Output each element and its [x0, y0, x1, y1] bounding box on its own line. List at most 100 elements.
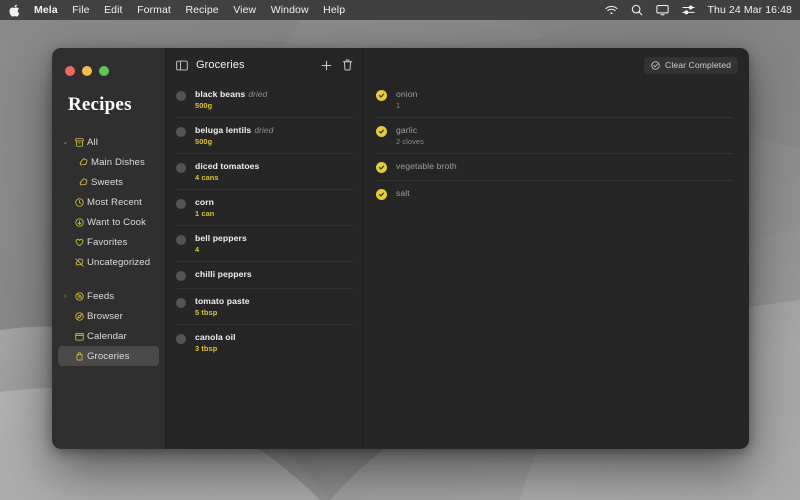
- item-quantity: 4: [195, 245, 250, 254]
- search-icon[interactable]: [631, 4, 643, 16]
- wifi-icon[interactable]: [605, 5, 618, 16]
- list-item[interactable]: diced tomatoes 4 cans: [176, 154, 353, 190]
- completed-item-quantity: 2 cloves: [396, 137, 424, 146]
- menu-item-edit[interactable]: Edit: [104, 4, 123, 16]
- menu-item-mela[interactable]: Mela: [34, 4, 58, 16]
- item-name: diced tomatoes: [195, 161, 259, 171]
- completed-item-name: onion: [396, 89, 418, 99]
- item-note: dried: [248, 89, 267, 99]
- checkbox-unchecked-icon[interactable]: [176, 271, 186, 281]
- apple-logo-icon[interactable]: [9, 4, 20, 17]
- item-name: corn: [195, 197, 214, 207]
- completed-items-list: onion 1 garlic 2 cloves: [363, 82, 749, 208]
- tag-icon: [75, 178, 91, 187]
- sidebar-item-main-dishes[interactable]: Main Dishes: [58, 152, 159, 172]
- completed-list-item[interactable]: vegetable broth: [376, 154, 733, 181]
- item-quantity: 1 can: [195, 209, 217, 218]
- chevron-right-icon[interactable]: ›: [60, 293, 71, 300]
- sidebar-item-label: Sweets: [91, 177, 123, 188]
- completed-item-text: garlic 2 cloves: [396, 125, 424, 146]
- menu-bar: Mela File Edit Format Recipe View Window…: [0, 0, 800, 20]
- sidebar-toggle-icon[interactable]: [176, 60, 188, 71]
- clear-completed-button[interactable]: Clear Completed: [644, 57, 738, 74]
- list-item-name-row: canola oil: [195, 332, 239, 342]
- list-item-text: tomato paste 5 tbsp: [195, 296, 253, 317]
- menu-item-window[interactable]: Window: [271, 4, 309, 16]
- menubar-clock[interactable]: Thu 24 Mar 16:48: [708, 4, 792, 16]
- checkbox-unchecked-icon[interactable]: [176, 199, 186, 209]
- close-button[interactable]: [65, 66, 75, 76]
- list-item[interactable]: corn 1 can: [176, 190, 353, 226]
- checkbox-unchecked-icon[interactable]: [176, 235, 186, 245]
- clock-icon: [71, 198, 87, 207]
- compass-icon: [71, 312, 87, 321]
- sidebar-item-feeds[interactable]: › Feeds: [58, 286, 159, 306]
- minimize-button[interactable]: [82, 66, 92, 76]
- arrow-down-circle-icon: [71, 218, 87, 227]
- checkbox-unchecked-icon[interactable]: [176, 334, 186, 344]
- sidebar-item-label: Groceries: [87, 351, 129, 362]
- sidebar: Recipes ⌄ All M: [52, 48, 165, 449]
- sidebar-item-sweets[interactable]: Sweets: [58, 172, 159, 192]
- list-item[interactable]: canola oil 3 tbsp: [176, 325, 353, 360]
- list-toolbar: Groceries: [166, 48, 362, 82]
- item-name: tomato paste: [195, 296, 250, 306]
- item-quantity: 3 tbsp: [195, 344, 239, 353]
- check-circle-icon: [651, 61, 660, 70]
- grocery-items-list: black beansdried 500g beluga lentilsdrie…: [166, 82, 362, 360]
- checkbox-unchecked-icon[interactable]: [176, 298, 186, 308]
- list-item-text: black beansdried 500g: [195, 89, 267, 110]
- checkbox-unchecked-icon[interactable]: [176, 163, 186, 173]
- checkbox-checked-icon[interactable]: [376, 126, 387, 137]
- shopping-bag-icon: [71, 352, 87, 361]
- tag-icon: [75, 158, 91, 167]
- page-title: Recipes: [52, 78, 165, 116]
- list-item-text: corn 1 can: [195, 197, 217, 218]
- sidebar-item-favorites[interactable]: Favorites: [58, 232, 159, 252]
- completed-list-item[interactable]: salt: [376, 181, 733, 208]
- chevron-down-icon[interactable]: ⌄: [60, 138, 71, 146]
- sidebar-item-browser[interactable]: Browser: [58, 306, 159, 326]
- item-quantity: 5 tbsp: [195, 308, 253, 317]
- clear-completed-label: Clear Completed: [665, 60, 731, 70]
- sidebar-item-groceries[interactable]: Groceries: [58, 346, 159, 366]
- list-item[interactable]: chilli peppers: [176, 262, 353, 289]
- checkbox-checked-icon[interactable]: [376, 189, 387, 200]
- list-item[interactable]: beluga lentilsdried 500g: [176, 118, 353, 154]
- sidebar-item-label: Feeds: [87, 291, 114, 302]
- menu-item-view[interactable]: View: [233, 4, 256, 16]
- sidebar-item-want-to-cook[interactable]: Want to Cook: [58, 212, 159, 232]
- mela-app-window: Recipes ⌄ All M: [52, 48, 749, 449]
- sidebar-item-label: Want to Cook: [87, 217, 146, 228]
- sidebar-item-uncategorized[interactable]: Uncategorized: [58, 252, 159, 272]
- completed-list-item[interactable]: garlic 2 cloves: [376, 118, 733, 154]
- checkbox-unchecked-icon[interactable]: [176, 91, 186, 101]
- sidebar-nav-primary: ⌄ All Main Dishes: [52, 132, 165, 366]
- completed-item-name: garlic: [396, 125, 424, 135]
- sidebar-item-most-recent[interactable]: Most Recent: [58, 192, 159, 212]
- sidebar-item-label: Browser: [87, 311, 123, 322]
- checkbox-unchecked-icon[interactable]: [176, 127, 186, 137]
- plus-icon[interactable]: [321, 60, 332, 71]
- completed-item-text: vegetable broth: [396, 161, 457, 173]
- control-center-icon[interactable]: [682, 4, 695, 16]
- checkbox-checked-icon[interactable]: [376, 162, 387, 173]
- menu-item-help[interactable]: Help: [323, 4, 345, 16]
- list-item-name-row: diced tomatoes: [195, 161, 262, 171]
- list-item-text: canola oil 3 tbsp: [195, 332, 239, 353]
- trash-icon[interactable]: [342, 59, 353, 71]
- menu-item-format[interactable]: Format: [137, 4, 171, 16]
- completed-list-item[interactable]: onion 1: [376, 82, 733, 118]
- list-item[interactable]: bell peppers 4: [176, 226, 353, 262]
- item-note: dried: [254, 125, 273, 135]
- display-icon[interactable]: [656, 4, 669, 16]
- list-item[interactable]: tomato paste 5 tbsp: [176, 289, 353, 325]
- zoom-button[interactable]: [99, 66, 109, 76]
- sidebar-item-calendar[interactable]: Calendar: [58, 326, 159, 346]
- menu-item-recipe[interactable]: Recipe: [185, 4, 218, 16]
- item-quantity: 500g: [195, 101, 267, 110]
- list-item[interactable]: black beansdried 500g: [176, 82, 353, 118]
- checkbox-checked-icon[interactable]: [376, 90, 387, 101]
- sidebar-item-all[interactable]: ⌄ All: [58, 132, 159, 152]
- menu-item-file[interactable]: File: [72, 4, 89, 16]
